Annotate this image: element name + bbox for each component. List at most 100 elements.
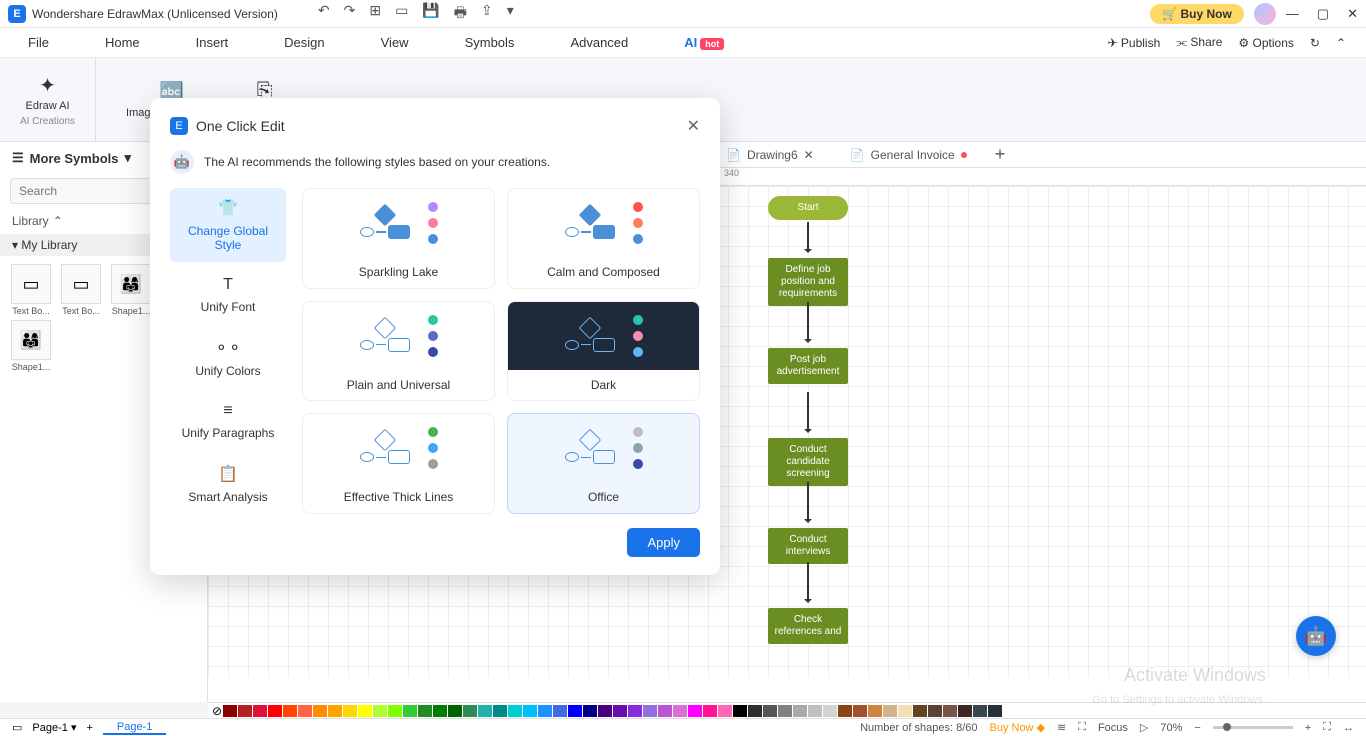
color-swatch[interactable] <box>253 705 267 717</box>
menu-home[interactable]: Home <box>97 31 148 54</box>
color-swatch[interactable] <box>553 705 567 717</box>
dialog-close-icon[interactable]: ✕ <box>687 116 700 136</box>
color-swatch[interactable] <box>598 705 612 717</box>
ai-assistant-bubble[interactable]: 🤖 <box>1296 616 1336 656</box>
menu-view[interactable]: View <box>373 31 417 54</box>
color-swatch[interactable] <box>838 705 852 717</box>
color-swatch[interactable] <box>913 705 927 717</box>
color-swatch[interactable] <box>298 705 312 717</box>
color-swatch[interactable] <box>538 705 552 717</box>
color-swatch[interactable] <box>478 705 492 717</box>
color-swatch[interactable] <box>943 705 957 717</box>
add-page-icon[interactable]: + <box>86 722 92 734</box>
color-swatch[interactable] <box>568 705 582 717</box>
fullscreen-icon[interactable]: ⛶ <box>1078 721 1086 734</box>
color-swatch[interactable] <box>358 705 372 717</box>
color-swatch[interactable] <box>433 705 447 717</box>
menu-insert[interactable]: Insert <box>188 31 237 54</box>
color-swatch[interactable] <box>823 705 837 717</box>
style-card-office[interactable]: Office <box>507 413 700 514</box>
color-swatch[interactable] <box>658 705 672 717</box>
op-unify-paragraphs[interactable]: ≡Unify Paragraphs <box>170 392 286 450</box>
open-icon[interactable]: ▭ <box>395 2 408 26</box>
flow-node[interactable]: Define job position and requirements <box>768 258 848 306</box>
style-card-dark[interactable]: Dark <box>507 301 700 402</box>
menu-advanced[interactable]: Advanced <box>562 31 636 54</box>
flow-node[interactable]: Post job advertisement <box>768 348 848 384</box>
tab-drawing6[interactable]: 📄 Drawing6 ✕ <box>718 148 822 162</box>
edraw-ai-button[interactable]: ✦Edraw AI <box>26 73 70 112</box>
op-unify-font[interactable]: TUnify Font <box>170 266 286 324</box>
color-swatch[interactable] <box>643 705 657 717</box>
color-swatch[interactable] <box>718 705 732 717</box>
color-swatch[interactable] <box>748 705 762 717</box>
menu-ai[interactable]: AIhot <box>676 31 732 54</box>
undo-icon[interactable]: ↶ <box>318 2 330 26</box>
menu-symbols[interactable]: Symbols <box>457 31 523 54</box>
shape-item[interactable]: ▭Text Bo... <box>58 264 104 316</box>
color-swatch[interactable] <box>793 705 807 717</box>
layers-icon[interactable]: ≋ <box>1057 721 1066 734</box>
no-color-icon[interactable]: ⊘ <box>212 704 222 718</box>
zoom-out-icon[interactable]: − <box>1194 722 1200 734</box>
print-icon[interactable]: 🖶 <box>454 2 467 26</box>
color-swatch[interactable] <box>628 705 642 717</box>
color-swatch[interactable] <box>973 705 987 717</box>
color-swatch[interactable] <box>673 705 687 717</box>
fit-page-icon[interactable]: ⛶ <box>1323 721 1331 734</box>
play-icon[interactable]: ▷ <box>1140 721 1148 734</box>
color-swatch[interactable] <box>883 705 897 717</box>
buy-now-button[interactable]: 🛒 Buy Now <box>1150 4 1244 24</box>
dropdown-icon[interactable]: ▾ <box>507 2 514 26</box>
color-swatch[interactable] <box>508 705 522 717</box>
page-tab[interactable]: Page-1 <box>103 721 166 735</box>
collapse-ribbon-icon[interactable]: ⌃ <box>1336 36 1346 50</box>
color-swatch[interactable] <box>688 705 702 717</box>
focus-button[interactable]: Focus <box>1098 722 1128 734</box>
options-button[interactable]: ⚙ Options <box>1238 36 1293 50</box>
color-swatch[interactable] <box>898 705 912 717</box>
color-swatch[interactable] <box>988 705 1002 717</box>
menu-design[interactable]: Design <box>276 31 332 54</box>
user-avatar[interactable] <box>1254 3 1276 25</box>
op-change-global-style[interactable]: 👕Change Global Style <box>170 188 286 262</box>
style-card-calm-and-composed[interactable]: Calm and Composed <box>507 188 700 289</box>
style-card-effective-thick-lines[interactable]: Effective Thick Lines <box>302 413 495 514</box>
buy-now-link[interactable]: Buy Now ◆ <box>989 721 1045 734</box>
color-swatch[interactable] <box>868 705 882 717</box>
fit-width-icon[interactable]: ↔ <box>1343 722 1354 734</box>
color-swatch[interactable] <box>223 705 237 717</box>
color-swatch[interactable] <box>613 705 627 717</box>
page-list-icon[interactable]: ▭ <box>12 721 22 734</box>
apply-button[interactable]: Apply <box>627 528 700 557</box>
color-swatch[interactable] <box>448 705 462 717</box>
tab-general-invoice[interactable]: 📄 General Invoice <box>842 148 975 162</box>
maximize-icon[interactable]: ▢ <box>1317 6 1329 22</box>
color-swatch[interactable] <box>808 705 822 717</box>
color-swatch[interactable] <box>958 705 972 717</box>
color-swatch[interactable] <box>493 705 507 717</box>
zoom-in-icon[interactable]: + <box>1305 722 1311 734</box>
color-swatch[interactable] <box>373 705 387 717</box>
add-tab-icon[interactable]: + <box>995 144 1006 165</box>
color-swatch[interactable] <box>778 705 792 717</box>
flow-node[interactable]: Conduct interviews <box>768 528 848 564</box>
color-swatch[interactable] <box>583 705 597 717</box>
redo-icon[interactable]: ↷ <box>344 2 356 26</box>
color-swatch[interactable] <box>523 705 537 717</box>
color-swatch[interactable] <box>703 705 717 717</box>
flow-node[interactable]: Check references and <box>768 608 848 644</box>
color-swatch[interactable] <box>928 705 942 717</box>
color-swatch[interactable] <box>418 705 432 717</box>
style-card-sparkling-lake[interactable]: Sparkling Lake <box>302 188 495 289</box>
page-selector[interactable]: Page-1 ▾ <box>32 721 76 734</box>
style-card-plain-and-universal[interactable]: Plain and Universal <box>302 301 495 402</box>
share-button[interactable]: ⫘ Share <box>1176 35 1222 50</box>
minimize-icon[interactable]: — <box>1286 6 1299 22</box>
color-swatch[interactable] <box>463 705 477 717</box>
color-swatch[interactable] <box>403 705 417 717</box>
color-swatch[interactable] <box>313 705 327 717</box>
op-unify-colors[interactable]: ⚬⚬Unify Colors <box>170 328 286 388</box>
color-swatch[interactable] <box>328 705 342 717</box>
shape-item[interactable]: 👨‍👩‍👧Shape1... <box>8 320 54 372</box>
